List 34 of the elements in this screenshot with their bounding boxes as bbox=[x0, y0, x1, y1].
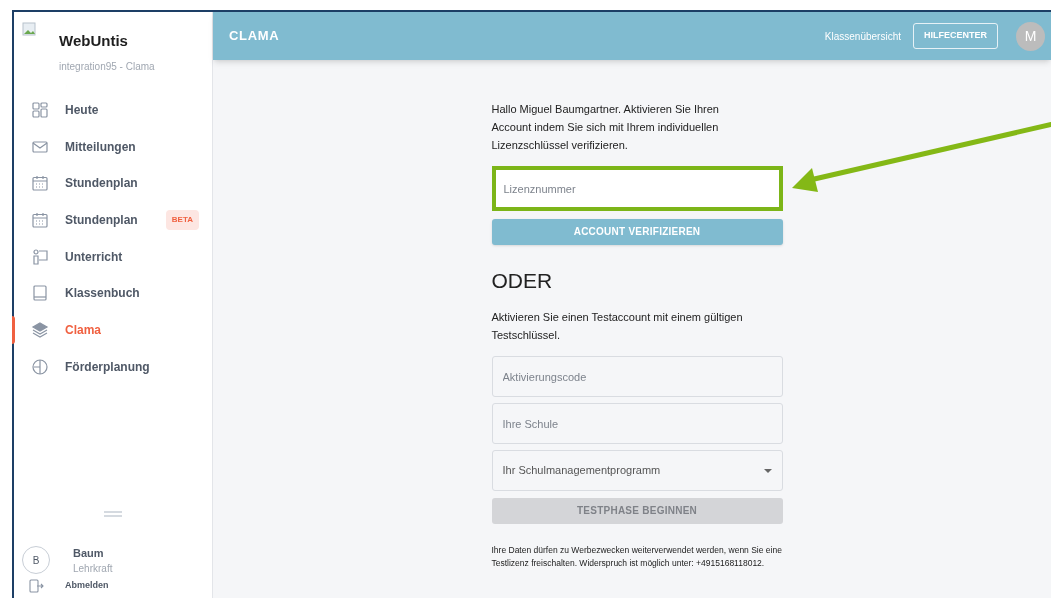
nav-item[interactable]: Unterricht bbox=[65, 247, 123, 266]
teacher-board-icon bbox=[30, 247, 49, 266]
dashboard-icon bbox=[30, 100, 49, 119]
user-role: Lehrkraft bbox=[73, 562, 113, 576]
input-field[interactable]: Aktivierungscode bbox=[491, 356, 783, 397]
pie-chart-icon bbox=[30, 357, 49, 376]
app-name: WebUntis bbox=[59, 31, 129, 51]
select-placeholder: Ihr Schulmanagementprogramm bbox=[502, 463, 661, 479]
calendar-icon bbox=[30, 210, 49, 229]
license-field[interactable]: Lizenznummer bbox=[491, 166, 783, 211]
trial-text: Aktivieren Sie einen Testaccount mit einem gültigen Testschlüssel. bbox=[491, 310, 744, 343]
broken-image-icon bbox=[22, 22, 36, 36]
nav-item[interactable]: Heute bbox=[65, 100, 99, 119]
nav-item[interactable]: Stundenplan bbox=[65, 174, 138, 193]
or-heading: ODER bbox=[491, 267, 554, 294]
logout-icon bbox=[28, 578, 44, 594]
nav-item[interactable]: Mitteilungen bbox=[65, 137, 136, 156]
calendar-icon bbox=[30, 174, 49, 193]
input-field[interactable]: Ihre Schule bbox=[491, 403, 783, 444]
intro-text: Hallo Miguel Baumgartner. Aktivieren Sie Ihren Account indem Sie sich mit Ihrem individuellen Lizenzschlüssel verifizieren. bbox=[491, 102, 720, 153]
privacy-notice: Ihre Daten dürfen zu Werbezwecken weiterverwendet werden, wenn Sie eine Testlizenz freischalten. Widerspruch ist möglich unter: +4915168118012. bbox=[491, 543, 783, 570]
tenant-name: integration95 - Clama bbox=[59, 59, 155, 74]
nav-item[interactable]: Förderplanung bbox=[65, 357, 150, 376]
beta-badge: BETA bbox=[165, 209, 199, 230]
logout-link[interactable]: Abmelden bbox=[65, 579, 109, 593]
book-icon bbox=[30, 284, 49, 303]
nav-item[interactable]: Klassenbuch bbox=[65, 284, 140, 303]
user-name: Baum bbox=[73, 545, 105, 561]
drag-handle-icon bbox=[104, 510, 122, 517]
nav-item[interactable]: Stundenplan bbox=[65, 210, 138, 229]
page-title: CLAMA bbox=[229, 27, 280, 46]
program-select[interactable]: Ihr Schulmanagementprogramm bbox=[491, 450, 783, 491]
dropdown-caret-icon bbox=[763, 468, 772, 473]
layers-icon bbox=[30, 320, 49, 339]
